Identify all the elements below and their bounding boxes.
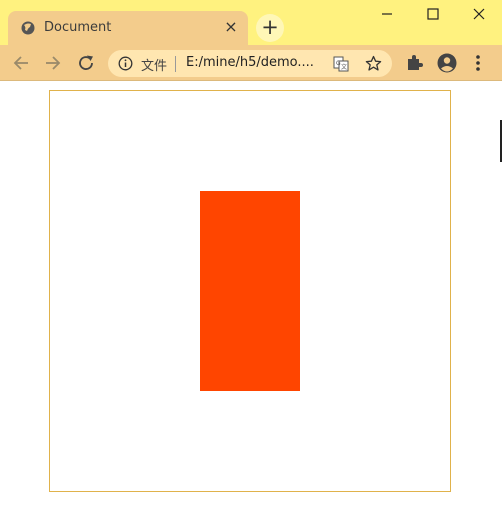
orange-block	[200, 191, 300, 391]
tab-title: Document	[44, 20, 112, 35]
title-bar: Document × +	[0, 0, 502, 45]
url-text[interactable]: E:/mine/h5/demo....	[186, 55, 314, 70]
translate-icon[interactable]: G 文	[333, 56, 349, 72]
star-icon[interactable]	[365, 55, 382, 72]
site-security-label[interactable]: 文件	[141, 55, 167, 74]
page-viewport	[0, 82, 502, 520]
forward-arrow-icon	[46, 56, 61, 70]
new-tab-button[interactable]: +	[256, 14, 284, 42]
tab-close-icon[interactable]: ×	[222, 18, 240, 36]
window-close-button[interactable]	[456, 0, 502, 28]
back-button[interactable]	[10, 52, 32, 74]
minimize-icon	[382, 13, 392, 15]
back-arrow-icon	[13, 56, 28, 70]
toolbar: 文件 E:/mine/h5/demo.... G 文	[0, 45, 502, 81]
extensions-icon[interactable]	[404, 53, 424, 73]
minimize-button[interactable]	[364, 0, 410, 28]
address-separator	[175, 56, 176, 72]
forward-button[interactable]	[42, 52, 64, 74]
svg-text:文: 文	[341, 63, 347, 71]
outer-container	[49, 90, 451, 492]
info-icon[interactable]	[118, 56, 133, 71]
menu-icon[interactable]	[470, 53, 486, 73]
active-tab[interactable]: Document ×	[8, 11, 248, 45]
address-bar[interactable]: 文件 E:/mine/h5/demo.... G 文	[108, 50, 392, 77]
globe-icon	[21, 21, 35, 35]
browser-window: Document × + 文件 E:/mine/h5/demo.... G 文	[0, 0, 502, 520]
reload-button[interactable]	[75, 52, 97, 74]
profile-icon[interactable]	[436, 52, 458, 74]
maximize-icon	[427, 8, 439, 20]
window-close-icon	[473, 8, 485, 20]
reload-icon	[79, 55, 93, 70]
maximize-button[interactable]	[410, 0, 456, 28]
